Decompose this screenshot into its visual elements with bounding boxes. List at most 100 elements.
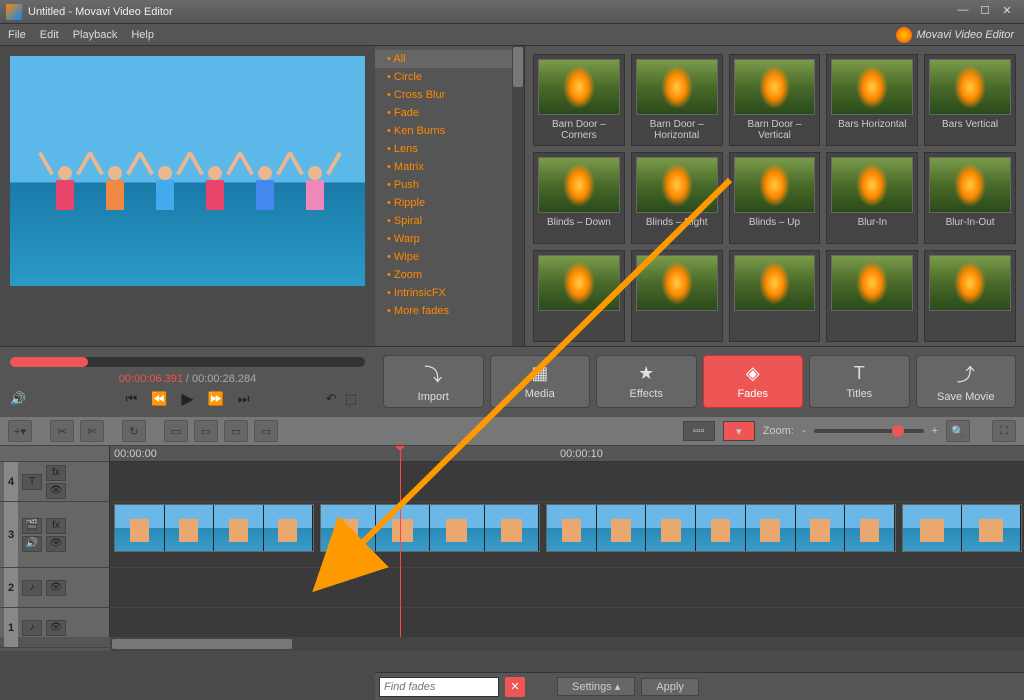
rotate-button[interactable]: ↻ bbox=[122, 420, 146, 442]
fx-icon[interactable]: fx bbox=[46, 465, 66, 481]
fade-category-item[interactable]: Push bbox=[375, 176, 524, 194]
settings-button[interactable]: Settings ▴ bbox=[557, 677, 635, 696]
tab-fades[interactable]: ◈Fades bbox=[703, 355, 804, 408]
fade-category-item[interactable]: IntrinsicFX bbox=[375, 284, 524, 302]
play-button[interactable]: ▶ bbox=[181, 389, 193, 409]
fade-card[interactable]: Blur-In-Out bbox=[924, 152, 1016, 244]
fade-card[interactable]: Blinds – Up bbox=[729, 152, 821, 244]
fade-card[interactable]: Blinds – Right bbox=[631, 152, 723, 244]
volume-icon[interactable]: 🔊 bbox=[10, 391, 26, 407]
fades-icon: ◈ bbox=[746, 363, 760, 384]
fade-category-item[interactable]: Circle bbox=[375, 68, 524, 86]
tab-media[interactable]: ▦Media bbox=[490, 355, 591, 408]
fade-card[interactable]: Barn Door – Vertical bbox=[729, 54, 821, 146]
zoom-slider[interactable] bbox=[814, 429, 924, 433]
add-button[interactable]: +▾ bbox=[8, 420, 32, 442]
timeline-tracks[interactable]: 00:00:00 00:00:10 Freedom.png (0:00:05) … bbox=[110, 446, 1024, 637]
fade-thumbnail bbox=[734, 59, 816, 115]
fade-category-item[interactable]: Matrix bbox=[375, 158, 524, 176]
menu-file[interactable]: File bbox=[8, 29, 26, 41]
maximize-button[interactable]: ☐ bbox=[974, 4, 996, 20]
timeline: 4Tfx👁 3🎬🔊fx👁 2♪👁 1♪👁 00:00:00 00:00:10 F… bbox=[0, 446, 1024, 651]
view-storyboard[interactable]: ▫▫▫ bbox=[683, 421, 715, 441]
fade-category-item[interactable]: Spiral bbox=[375, 212, 524, 230]
fade-category-item[interactable]: Warp bbox=[375, 230, 524, 248]
fade-label: Blur-In-Out bbox=[929, 217, 1011, 239]
undo-button[interactable]: ↶ bbox=[326, 391, 337, 407]
fade-label bbox=[929, 315, 1011, 337]
fullscreen-button[interactable]: ⛶ bbox=[992, 420, 1016, 442]
search-input[interactable] bbox=[379, 677, 499, 697]
effects-icon: ★ bbox=[638, 363, 654, 384]
brand-logo-icon bbox=[896, 27, 912, 43]
clip-friends[interactable]: ★Friends.jpg (0:00:05) bbox=[320, 504, 540, 552]
prev-button[interactable]: ⏮ bbox=[125, 391, 137, 407]
fade-card[interactable] bbox=[924, 250, 1016, 342]
fade-card[interactable] bbox=[826, 250, 918, 342]
track-lane-3[interactable]: Freedom.png (0:00:05) ★Friends.jpg (0:00… bbox=[110, 502, 1024, 568]
eye-icon[interactable]: 👁 bbox=[46, 483, 66, 499]
track-header-1[interactable]: 1♪👁 bbox=[0, 608, 109, 648]
time-ruler[interactable]: 00:00:00 00:00:10 bbox=[110, 446, 1024, 462]
fade-card[interactable] bbox=[729, 250, 821, 342]
crop-button[interactable]: ⬚ bbox=[345, 391, 357, 407]
tab-effects[interactable]: ★Effects bbox=[596, 355, 697, 408]
close-button[interactable]: ✕ bbox=[996, 4, 1018, 20]
tool-b[interactable]: ▭ bbox=[194, 420, 218, 442]
fade-category-item[interactable]: Zoom bbox=[375, 266, 524, 284]
timeline-scrollbar[interactable] bbox=[110, 637, 1024, 651]
menu-playback[interactable]: Playback bbox=[73, 29, 118, 41]
next-button[interactable]: ⏭ bbox=[238, 391, 250, 407]
eye-icon[interactable]: 👁 bbox=[46, 580, 66, 596]
menu-edit[interactable]: Edit bbox=[40, 29, 59, 41]
fade-category-item[interactable]: Wipe bbox=[375, 248, 524, 266]
eye-icon[interactable]: 👁 bbox=[46, 536, 66, 552]
track-header-3[interactable]: 3🎬🔊fx👁 bbox=[0, 502, 109, 568]
minimize-button[interactable]: — bbox=[952, 4, 974, 20]
fade-label: Blinds – Down bbox=[538, 217, 620, 239]
zoom-fit[interactable]: 🔍 bbox=[946, 420, 970, 442]
menu-help[interactable]: Help bbox=[131, 29, 154, 41]
playhead[interactable] bbox=[400, 446, 401, 637]
clip-freedom[interactable]: Freedom.png (0:00:05) bbox=[114, 504, 314, 552]
fade-card[interactable]: Bars Horizontal bbox=[826, 54, 918, 146]
track-lane-2[interactable] bbox=[110, 568, 1024, 608]
fx-icon[interactable]: fx bbox=[46, 518, 66, 534]
split-button[interactable]: ✄ bbox=[80, 420, 104, 442]
category-scrollbar[interactable] bbox=[512, 46, 524, 346]
fade-category-item[interactable]: More fades bbox=[375, 302, 524, 320]
fade-card[interactable]: Bars Vertical bbox=[924, 54, 1016, 146]
fade-category-item[interactable]: Ken Burns bbox=[375, 122, 524, 140]
eye-icon[interactable]: 👁 bbox=[46, 620, 66, 636]
fade-card[interactable]: Barn Door – Corners bbox=[533, 54, 625, 146]
fade-category-item[interactable]: Lens bbox=[375, 140, 524, 158]
track-header-4[interactable]: 4Tfx👁 bbox=[0, 462, 109, 502]
fade-category-item[interactable]: Cross Blur bbox=[375, 86, 524, 104]
track-lane-4[interactable] bbox=[110, 462, 1024, 502]
tool-d[interactable]: ▭ bbox=[254, 420, 278, 442]
fade-card[interactable]: Blur-In bbox=[826, 152, 918, 244]
seek-slider[interactable] bbox=[10, 357, 365, 367]
tool-c[interactable]: ▭ bbox=[224, 420, 248, 442]
tool-a[interactable]: ▭ bbox=[164, 420, 188, 442]
clip-swim[interactable]: Swi bbox=[902, 504, 1022, 552]
preview-video[interactable] bbox=[10, 56, 365, 286]
view-timeline[interactable]: ▾ bbox=[723, 421, 755, 441]
forward-button[interactable]: ⏩ bbox=[208, 391, 224, 407]
tab-titles[interactable]: TTitles bbox=[809, 355, 910, 408]
rewind-button[interactable]: ⏪ bbox=[151, 391, 167, 407]
fade-card[interactable] bbox=[631, 250, 723, 342]
fade-category-item[interactable]: Ripple bbox=[375, 194, 524, 212]
track-header-2[interactable]: 2♪👁 bbox=[0, 568, 109, 608]
fade-card[interactable]: Blinds – Down bbox=[533, 152, 625, 244]
fade-category-item[interactable]: All bbox=[375, 50, 524, 68]
fade-card[interactable]: Barn Door – Horizontal bbox=[631, 54, 723, 146]
fade-card[interactable] bbox=[533, 250, 625, 342]
tab-save[interactable]: ⤴Save Movie bbox=[916, 355, 1017, 408]
clip-summer[interactable]: Summer.mp4 (0:00:08) bbox=[546, 504, 896, 552]
fade-category-item[interactable]: Fade bbox=[375, 104, 524, 122]
tab-import[interactable]: ⤵Import bbox=[383, 355, 484, 408]
cut-button[interactable]: ✂ bbox=[50, 420, 74, 442]
apply-button[interactable]: Apply bbox=[641, 678, 699, 696]
clear-search-button[interactable]: ✕ bbox=[505, 677, 525, 697]
